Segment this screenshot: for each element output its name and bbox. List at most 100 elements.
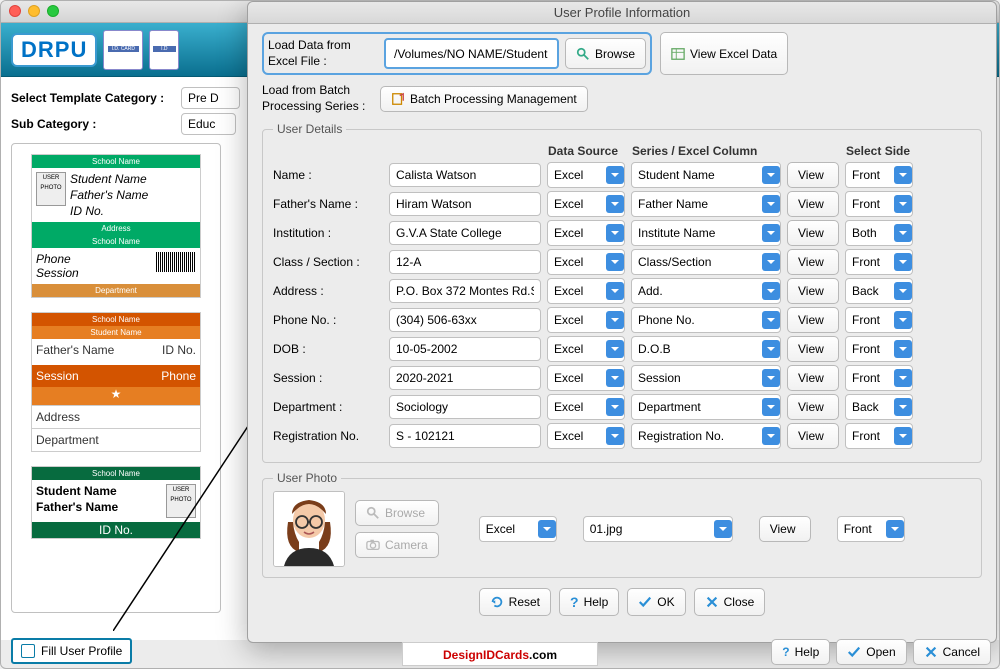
field-input[interactable] bbox=[389, 424, 541, 448]
photo-side-select[interactable]: Front bbox=[837, 516, 905, 542]
data-source-select[interactable]: Excel bbox=[547, 394, 625, 420]
side-select[interactable]: Front bbox=[845, 249, 913, 275]
excel-column-select[interactable]: Student Name bbox=[631, 162, 781, 188]
sub-category-select[interactable]: Educ bbox=[181, 113, 236, 135]
help-button[interactable]: ? Help bbox=[559, 588, 619, 616]
detail-row: Institution : ExcelInstitute NameViewBoth bbox=[273, 220, 971, 246]
data-source-select[interactable]: Excel bbox=[547, 365, 625, 391]
main-window: Design using Pre-defined Template DRPU I… bbox=[0, 0, 1000, 669]
x-icon bbox=[924, 645, 938, 659]
field-input[interactable] bbox=[389, 337, 541, 361]
view-button[interactable]: View bbox=[787, 394, 839, 420]
side-select[interactable]: Back bbox=[845, 394, 913, 420]
excel-path-input[interactable] bbox=[384, 38, 559, 69]
data-source-select[interactable]: Excel bbox=[547, 336, 625, 362]
view-button[interactable]: View bbox=[759, 516, 811, 542]
side-select[interactable]: Front bbox=[845, 336, 913, 362]
template-card[interactable]: School Name Student Name Father's Name I… bbox=[31, 312, 201, 452]
refresh-icon bbox=[490, 595, 504, 609]
user-details-group: User Details Data Source Series / Excel … bbox=[262, 122, 982, 463]
view-excel-button[interactable]: View Excel Data bbox=[660, 32, 788, 75]
view-button[interactable]: View bbox=[787, 191, 839, 217]
field-label: Institution : bbox=[273, 226, 383, 240]
minimize-window-icon[interactable] bbox=[28, 5, 40, 17]
template-card[interactable]: School Name USER PHOTO Student Name Fath… bbox=[31, 154, 201, 298]
template-category-label: Select Template Category : bbox=[11, 91, 181, 105]
reset-button[interactable]: Reset bbox=[479, 588, 551, 616]
brand-footer: DesignIDCards.com bbox=[402, 642, 598, 666]
side-select[interactable]: Front bbox=[845, 191, 913, 217]
photo-source-select[interactable]: Excel bbox=[479, 516, 557, 542]
side-select[interactable]: Front bbox=[845, 307, 913, 333]
field-input[interactable] bbox=[389, 395, 541, 419]
data-source-select[interactable]: Excel bbox=[547, 220, 625, 246]
excel-column-select[interactable]: D.O.B bbox=[631, 336, 781, 362]
excel-column-select[interactable]: Phone No. bbox=[631, 307, 781, 333]
photo-column-select[interactable]: 01.jpg bbox=[583, 516, 733, 542]
maximize-window-icon[interactable] bbox=[47, 5, 59, 17]
template-card[interactable]: School Name Student Name Father's Name U… bbox=[31, 466, 201, 539]
data-source-select[interactable]: Excel bbox=[547, 278, 625, 304]
load-data-label: Load Data from Excel File : bbox=[268, 38, 378, 69]
spreadsheet-icon bbox=[671, 47, 685, 61]
id-card-icon: I.D. CARD bbox=[103, 30, 143, 70]
side-select[interactable]: Both bbox=[845, 220, 913, 246]
excel-column-select[interactable]: Session bbox=[631, 365, 781, 391]
view-button[interactable]: View bbox=[787, 336, 839, 362]
photo-browse-button[interactable]: Browse bbox=[355, 500, 439, 526]
view-button[interactable]: View bbox=[787, 249, 839, 275]
template-category-select[interactable]: Pre D bbox=[181, 87, 240, 109]
view-button[interactable]: View bbox=[787, 162, 839, 188]
close-window-icon[interactable] bbox=[9, 5, 21, 17]
side-select[interactable]: Front bbox=[845, 162, 913, 188]
field-input[interactable] bbox=[389, 221, 541, 245]
field-label: Name : bbox=[273, 168, 383, 182]
excel-column-select[interactable]: Class/Section bbox=[631, 249, 781, 275]
view-button[interactable]: View bbox=[787, 220, 839, 246]
data-source-select[interactable]: Excel bbox=[547, 191, 625, 217]
check-icon bbox=[638, 595, 652, 609]
field-input[interactable] bbox=[389, 192, 541, 216]
data-source-select[interactable]: Excel bbox=[547, 249, 625, 275]
side-select[interactable]: Back bbox=[845, 278, 913, 304]
data-source-select[interactable]: Excel bbox=[547, 307, 625, 333]
detail-row: Phone No. : ExcelPhone No.ViewFront bbox=[273, 307, 971, 333]
view-button[interactable]: View bbox=[787, 278, 839, 304]
batch-processing-button[interactable]: Batch Processing Management bbox=[380, 86, 588, 112]
browse-button[interactable]: Browse bbox=[565, 38, 646, 69]
field-input[interactable] bbox=[389, 366, 541, 390]
dialog-title: User Profile Information bbox=[248, 2, 996, 24]
side-select[interactable]: Front bbox=[845, 365, 913, 391]
field-label: Phone No. : bbox=[273, 313, 383, 327]
field-input[interactable] bbox=[389, 279, 541, 303]
cancel-button[interactable]: Cancel bbox=[913, 639, 991, 665]
excel-column-select[interactable]: Father Name bbox=[631, 191, 781, 217]
view-button[interactable]: View bbox=[787, 423, 839, 449]
open-button[interactable]: Open bbox=[836, 639, 906, 665]
field-input[interactable] bbox=[389, 250, 541, 274]
data-source-select[interactable]: Excel bbox=[547, 162, 625, 188]
sub-category-label: Sub Category : bbox=[11, 117, 181, 131]
profile-icon bbox=[21, 644, 35, 658]
side-select[interactable]: Front bbox=[845, 423, 913, 449]
question-icon: ? bbox=[782, 645, 789, 659]
help-button[interactable]: ? Help bbox=[771, 639, 830, 665]
field-input[interactable] bbox=[389, 163, 541, 187]
view-button[interactable]: View bbox=[787, 365, 839, 391]
camera-icon bbox=[366, 538, 380, 552]
excel-column-select[interactable]: Add. bbox=[631, 278, 781, 304]
excel-column-select[interactable]: Institute Name bbox=[631, 220, 781, 246]
close-button[interactable]: Close bbox=[694, 588, 766, 616]
user-photo-icon: USER PHOTO bbox=[36, 172, 66, 206]
x-icon bbox=[705, 595, 719, 609]
photo-camera-button[interactable]: Camera bbox=[355, 532, 439, 558]
ok-button[interactable]: OK bbox=[627, 588, 685, 616]
data-source-select[interactable]: Excel bbox=[547, 423, 625, 449]
excel-column-select[interactable]: Department bbox=[631, 394, 781, 420]
template-list[interactable]: School Name USER PHOTO Student Name Fath… bbox=[11, 143, 221, 613]
excel-column-select[interactable]: Registration No. bbox=[631, 423, 781, 449]
field-input[interactable] bbox=[389, 308, 541, 332]
fill-user-profile-button[interactable]: Fill User Profile bbox=[11, 638, 132, 664]
view-button[interactable]: View bbox=[787, 307, 839, 333]
field-label: Father's Name : bbox=[273, 197, 383, 211]
